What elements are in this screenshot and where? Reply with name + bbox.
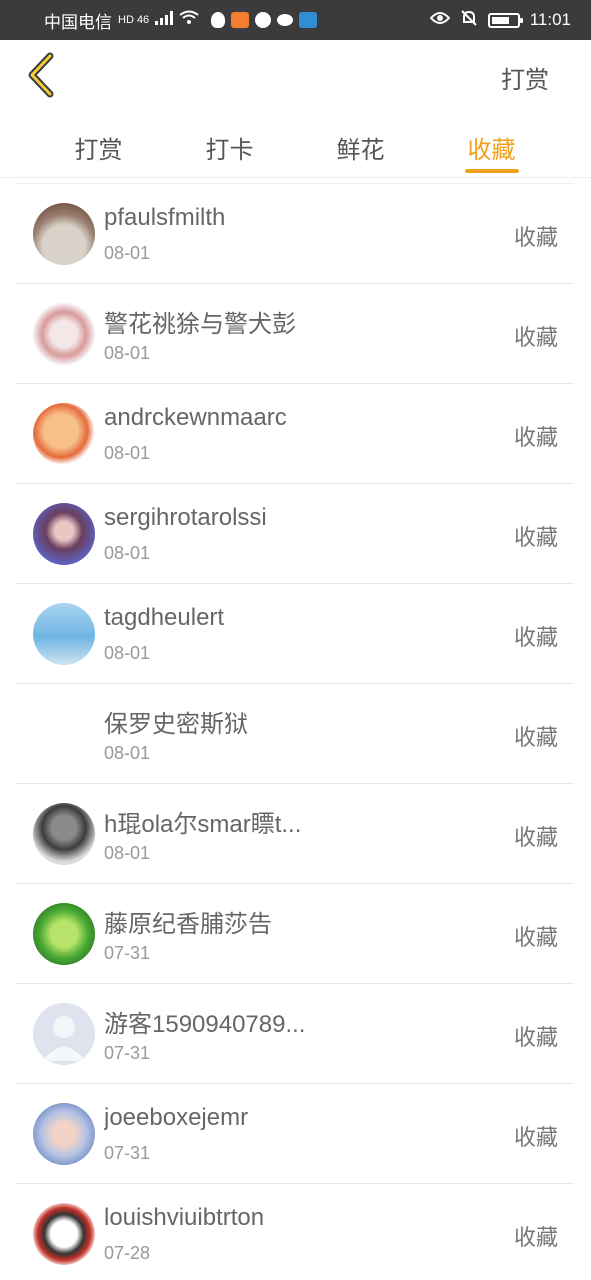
- status-left: 中国电信 HD 46: [44, 8, 318, 33]
- list-item[interactable]: tagdheulert 08-01 收藏: [16, 584, 574, 684]
- user-name: 保罗史密斯狱: [104, 711, 248, 738]
- network-label: HD 46: [118, 14, 150, 26]
- user-name: 游客1590940789...: [104, 1011, 306, 1038]
- tab-checkin[interactable]: 打卡: [164, 112, 295, 177]
- user-name: 警花祧狳与警犬彭: [104, 311, 296, 338]
- avatar: [33, 203, 95, 265]
- date-label: 07-28: [104, 1243, 151, 1263]
- back-button[interactable]: [22, 52, 62, 98]
- chevron-left-icon: [28, 52, 54, 98]
- active-tab-indicator: [464, 169, 519, 173]
- tab-favorites[interactable]: 收藏: [426, 112, 557, 177]
- carrier-label: 中国电信: [44, 12, 112, 32]
- user-name: sergihrotarolssi: [104, 504, 267, 531]
- user-name: louishviuibtrton: [104, 1204, 265, 1231]
- user-name: 藤原纪香脯莎告: [104, 911, 272, 938]
- action-label: 收藏: [513, 525, 558, 550]
- date-label: 08-01: [104, 243, 151, 263]
- tab-flowers[interactable]: 鲜花: [295, 112, 426, 177]
- wechat-icon: [255, 12, 272, 28]
- header: 打赏: [0, 40, 591, 112]
- avatar: [33, 403, 95, 465]
- qq-icon: [211, 12, 226, 28]
- date-label: 07-31: [104, 943, 151, 963]
- user-name: pfaulsfmilth: [104, 204, 226, 231]
- list-item[interactable]: louishviuibtrton 07-28 收藏: [16, 1184, 574, 1280]
- action-label: 收藏: [513, 725, 558, 750]
- tab-label: 打卡: [205, 137, 254, 164]
- list-item[interactable]: 保罗史密斯狱 08-01 收藏: [16, 684, 574, 784]
- avatar: [33, 603, 95, 665]
- avatar: [33, 703, 95, 765]
- tab-bar: 打赏 打卡 鲜花 收藏: [0, 112, 591, 178]
- default-user-icon: [43, 1016, 85, 1061]
- tab-label: 鲜花: [336, 137, 385, 164]
- action-label: 收藏: [513, 225, 558, 250]
- avatar: [33, 503, 95, 565]
- action-label: 收藏: [513, 425, 558, 450]
- avatar: [33, 903, 95, 965]
- date-label: 08-01: [104, 543, 151, 563]
- user-name: joeeboxejemr: [104, 1104, 249, 1131]
- action-label: 收藏: [513, 1025, 558, 1050]
- avatar: [33, 803, 95, 865]
- tab-tip[interactable]: 打赏: [33, 112, 164, 177]
- eye-icon: [429, 10, 451, 30]
- battery-icon: [487, 12, 523, 28]
- list-item[interactable]: andrckewnmaarc 08-01 收藏: [16, 384, 574, 484]
- list-item[interactable]: pfaulsfmilth 08-01 收藏: [16, 184, 574, 284]
- list-item[interactable]: joeeboxejemr 07-31 收藏: [16, 1084, 574, 1184]
- tab-label: 收藏: [467, 137, 516, 164]
- date-label: 07-31: [104, 1143, 151, 1163]
- list-item[interactable]: h琨ola尔smar瞟t... 08-01 收藏: [16, 784, 574, 884]
- mute-bell-icon: [460, 9, 478, 32]
- favorites-list: pfaulsfmilth 08-01 收藏 警花祧狳与警犬彭 08-01 收藏 …: [16, 183, 574, 1280]
- status-right: 11:01: [429, 9, 571, 32]
- action-label: 收藏: [513, 1125, 558, 1150]
- action-label: 收藏: [513, 825, 558, 850]
- status-bar: 中国电信 HD 46 11:01: [0, 0, 591, 40]
- list-item[interactable]: 警花祧狳与警犬彭 08-01 收藏: [16, 284, 574, 384]
- action-label: 收藏: [513, 1225, 558, 1250]
- clock: 11:01: [529, 10, 571, 29]
- avatar: [33, 303, 95, 365]
- avatar: [33, 1103, 95, 1165]
- list-item[interactable]: sergihrotarolssi 08-01 收藏: [16, 484, 574, 584]
- weather-icon: [277, 14, 294, 26]
- video-app-icon: [231, 12, 250, 28]
- date-label: 08-01: [104, 343, 151, 363]
- action-label: 收藏: [513, 325, 558, 350]
- date-label: 07-31: [104, 1043, 151, 1063]
- user-name: tagdheulert: [104, 604, 225, 631]
- header-tip-button[interactable]: 打赏: [501, 60, 549, 95]
- signal-icon: [155, 10, 174, 30]
- tab-label: 打赏: [74, 137, 123, 164]
- avatar: [33, 1203, 95, 1265]
- action-label: 收藏: [513, 925, 558, 950]
- list-item[interactable]: 游客1590940789... 07-31 收藏: [16, 984, 574, 1084]
- user-name: andrckewnmaarc: [104, 404, 287, 431]
- notification-icons: [211, 12, 318, 28]
- date-label: 08-01: [104, 743, 151, 763]
- user-name: h琨ola尔smar瞟t...: [104, 811, 302, 838]
- avatar: [33, 1003, 95, 1065]
- date-label: 08-01: [104, 843, 151, 863]
- wifi-icon: [179, 10, 199, 30]
- action-label: 收藏: [513, 625, 558, 650]
- browser-icon: [299, 12, 318, 28]
- date-label: 08-01: [104, 643, 151, 663]
- list-item[interactable]: 藤原纪香脯莎告 07-31 收藏: [16, 884, 574, 984]
- date-label: 08-01: [104, 443, 151, 463]
